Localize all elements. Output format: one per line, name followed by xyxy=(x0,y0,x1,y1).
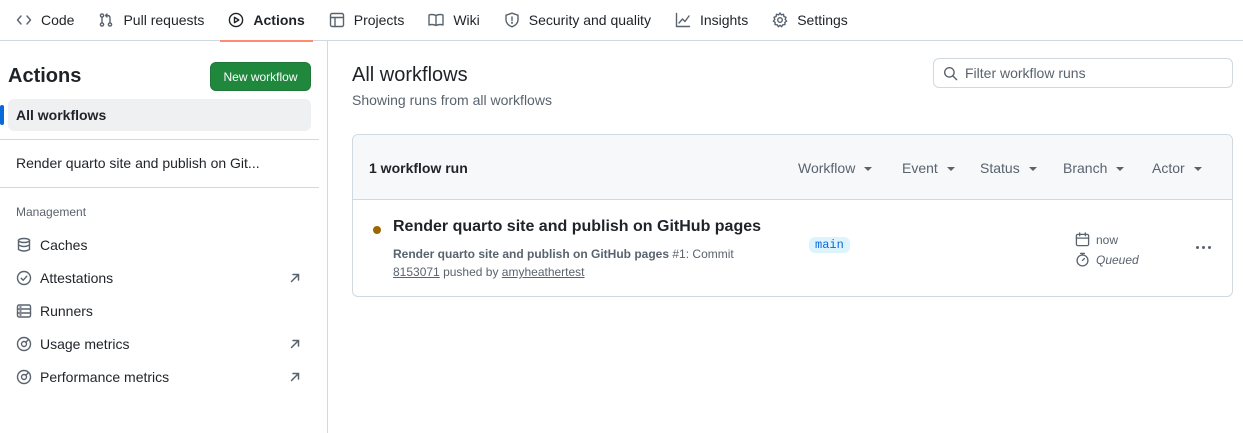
run-duration: Queued xyxy=(1075,252,1139,267)
branch-filter-dropdown[interactable]: Branch xyxy=(1063,160,1125,176)
workflow-run-row: Render quarto site and publish on GitHub… xyxy=(353,200,1232,296)
calendar-icon xyxy=(1075,232,1090,247)
table-icon xyxy=(329,12,344,28)
tab-pull-requests[interactable]: Pull requests xyxy=(90,0,212,41)
sidebar-item-label: Usage metrics xyxy=(40,336,130,352)
tab-insights[interactable]: Insights xyxy=(667,0,756,41)
queued-status-icon xyxy=(373,226,381,234)
book-icon xyxy=(428,13,445,27)
branch-label[interactable]: main xyxy=(809,237,850,253)
actions-sidebar: Actions New workflow All workflows Rende… xyxy=(0,41,328,433)
database-icon xyxy=(17,237,31,252)
verified-icon xyxy=(16,270,32,286)
external-link-icon xyxy=(290,273,300,283)
tab-label: Security and quality xyxy=(528,12,651,28)
sidebar-item-performance-metrics[interactable]: Performance metrics xyxy=(16,366,306,388)
tab-label: Projects xyxy=(353,12,405,28)
runs-header: 1 workflow run Workflow Event Status Bra… xyxy=(353,135,1232,200)
management-heading: Management xyxy=(16,205,87,219)
filter-runs-input[interactable]: Filter workflow runs xyxy=(933,58,1233,88)
filter-placeholder: Filter workflow runs xyxy=(965,65,1086,81)
actor-filter-dropdown[interactable]: Actor xyxy=(1152,160,1202,176)
workflow-filter-dropdown[interactable]: Workflow xyxy=(798,160,873,176)
server-icon xyxy=(16,304,32,318)
tab-projects[interactable]: Projects xyxy=(321,0,413,41)
sidebar-item-usage-metrics[interactable]: Usage metrics xyxy=(16,333,306,355)
workflow-runs-box: 1 workflow run Workflow Event Status Bra… xyxy=(352,134,1233,297)
sidebar-divider xyxy=(0,187,319,188)
tab-security[interactable]: Security and quality xyxy=(496,0,659,41)
sidebar-item-label: Performance metrics xyxy=(40,369,170,385)
tab-settings[interactable]: Settings xyxy=(764,0,856,41)
run-time-label: now xyxy=(1096,232,1119,247)
sidebar-item-label: Attestations xyxy=(40,270,114,286)
sidebar-item-caches[interactable]: Caches xyxy=(16,234,306,256)
search-icon xyxy=(943,66,958,81)
sidebar-item-workflow[interactable]: Render quarto site and publish on Git... xyxy=(16,155,296,171)
tab-label: Settings xyxy=(797,12,848,28)
sidebar-item-label: Runners xyxy=(40,303,93,319)
run-number: #1 xyxy=(672,247,686,261)
tab-label: Insights xyxy=(699,12,749,28)
caret-down-icon xyxy=(1028,166,1037,171)
caret-down-icon xyxy=(864,166,873,171)
kebab-dot xyxy=(1195,245,1199,249)
run-count: 1 workflow run xyxy=(369,160,468,176)
tab-code[interactable]: Code xyxy=(8,0,82,41)
dropdown-label: Actor xyxy=(1152,160,1185,176)
event-filter-dropdown[interactable]: Event xyxy=(902,160,955,176)
page-subtitle: Showing runs from all workflows xyxy=(352,92,552,108)
dropdown-label: Workflow xyxy=(798,160,856,176)
tab-label: Pull requests xyxy=(123,12,205,28)
pushed-by-text: pushed by xyxy=(443,265,499,279)
dropdown-label: Status xyxy=(980,160,1020,176)
pull-request-icon xyxy=(100,13,113,27)
tab-label: Code xyxy=(41,12,75,28)
run-workflow-name: Render quarto site and publish on GitHub… xyxy=(393,247,670,261)
new-workflow-button[interactable]: New workflow xyxy=(210,62,311,91)
status-filter-dropdown[interactable]: Status xyxy=(980,160,1037,176)
caret-down-icon xyxy=(1116,166,1125,171)
graph-icon xyxy=(675,12,691,28)
caret-down-icon xyxy=(1193,166,1202,171)
sidebar-item-runners[interactable]: Runners xyxy=(16,300,306,322)
sidebar-title: Actions xyxy=(8,65,82,87)
code-icon xyxy=(16,15,32,25)
commit-prefix: : Commit xyxy=(685,247,734,261)
external-link-icon xyxy=(290,372,300,382)
actor-link[interactable]: amyheathertest xyxy=(502,265,585,279)
tab-label: Actions xyxy=(253,12,305,28)
tab-wiki[interactable]: Wiki xyxy=(420,0,487,41)
sidebar-divider xyxy=(0,139,319,140)
run-title-link[interactable]: Render quarto site and publish on GitHub… xyxy=(393,218,761,236)
run-time: now xyxy=(1075,232,1118,247)
run-actions-menu-button[interactable] xyxy=(1191,237,1215,257)
page-title: All workflows xyxy=(352,64,468,86)
shield-icon xyxy=(505,12,519,28)
kebab-dot xyxy=(1201,245,1205,249)
dropdown-label: Event xyxy=(902,160,938,176)
kebab-dot xyxy=(1207,245,1211,249)
sidebar-item-attestations[interactable]: Attestations xyxy=(16,267,306,289)
dropdown-label: Branch xyxy=(1063,160,1108,176)
sidebar-item-label: Caches xyxy=(40,237,88,253)
play-icon xyxy=(229,12,244,28)
meter-icon xyxy=(16,336,32,352)
external-link-icon xyxy=(290,339,300,349)
sidebar-item-all-workflows[interactable]: All workflows xyxy=(0,99,311,131)
tab-label: Wiki xyxy=(453,12,480,28)
commit-sha-link[interactable]: 8153071 xyxy=(393,265,440,279)
tab-actions[interactable]: Actions xyxy=(220,0,314,42)
gear-icon xyxy=(772,12,788,28)
run-status-label: Queued xyxy=(1096,252,1139,267)
meter-icon xyxy=(16,369,32,385)
run-meta: Render quarto site and publish on GitHub… xyxy=(393,245,773,281)
stopwatch-icon xyxy=(1076,252,1089,267)
caret-down-icon xyxy=(946,166,955,171)
repo-nav: Code Pull requests Actions Projects Wiki… xyxy=(0,0,1243,42)
